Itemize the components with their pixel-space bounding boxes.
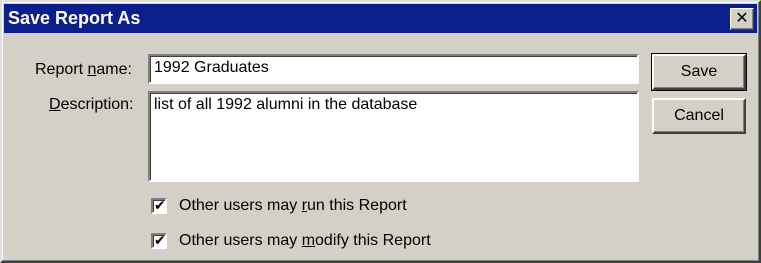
allow-run-option[interactable]: ✔ Other users may run this Report <box>151 196 407 216</box>
save-button[interactable]: Save <box>651 53 747 91</box>
description-textarea[interactable]: list of all 1992 alumni in the database <box>148 91 639 182</box>
report-name-label: Report name: <box>35 61 132 78</box>
close-icon: ✕ <box>735 10 749 27</box>
report-name-input[interactable]: 1992 Graduates <box>148 54 639 84</box>
checkmark-icon: ✔ <box>154 197 166 213</box>
allow-run-label: Other users may run this Report <box>179 197 407 214</box>
dialog-title: Save Report As <box>8 8 141 28</box>
allow-modify-checkbox[interactable]: ✔ <box>151 232 167 249</box>
cancel-button[interactable]: Cancel <box>652 98 746 134</box>
close-button[interactable]: ✕ <box>730 8 754 30</box>
allow-run-checkbox[interactable]: ✔ <box>151 197 167 214</box>
save-report-dialog: Save Report As ✕ Report name: 1992 Gradu… <box>0 0 761 263</box>
title-bar[interactable]: Save Report As ✕ <box>4 4 757 33</box>
description-label: Description: <box>49 96 134 113</box>
allow-modify-label: Other users may modify this Report <box>179 232 431 249</box>
checkmark-icon: ✔ <box>154 232 166 248</box>
allow-modify-option[interactable]: ✔ Other users may modify this Report <box>151 231 431 251</box>
